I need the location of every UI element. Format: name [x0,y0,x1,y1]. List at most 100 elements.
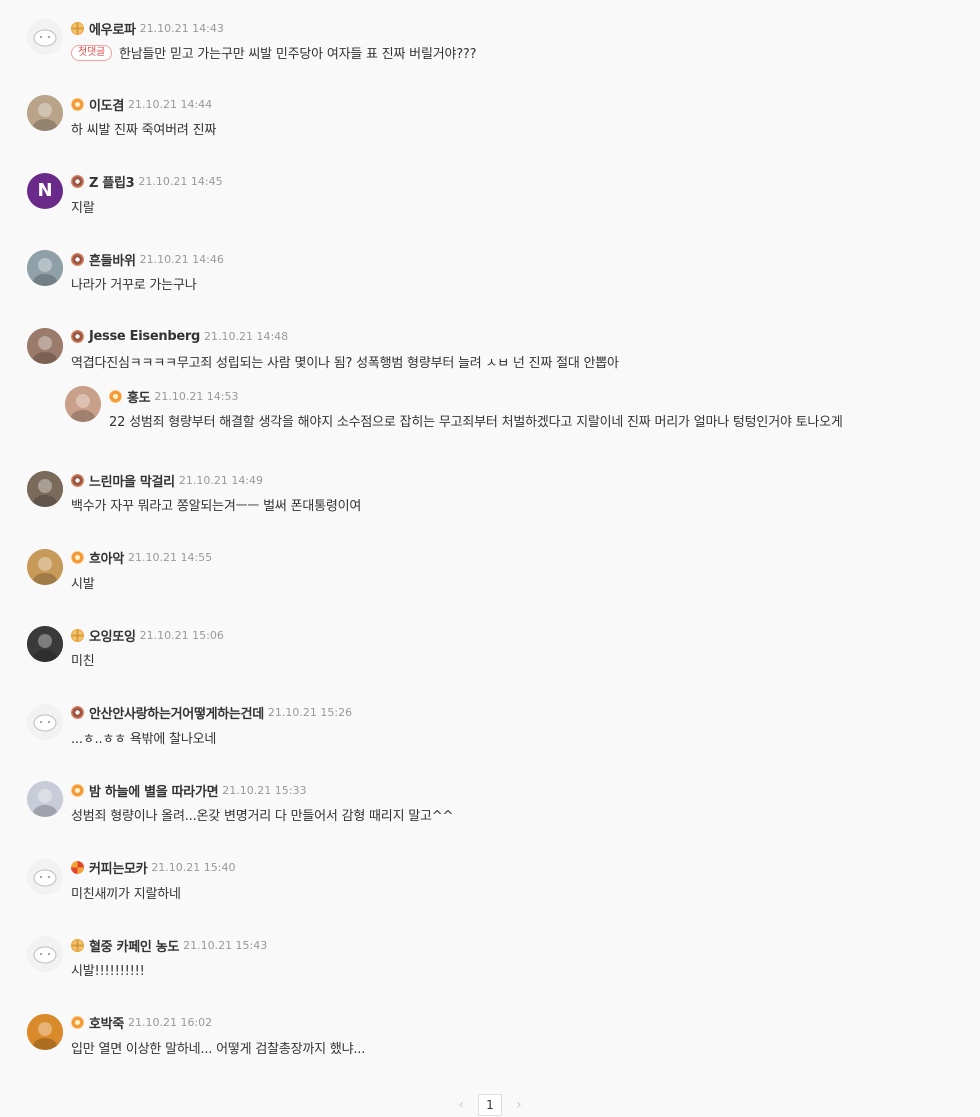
timestamp: 21.10.21 15:06 [139,628,224,642]
sheep-avatar[interactable] [27,19,63,55]
comment-header: 커피는모카 21.10.21 15:40 [71,858,236,877]
comment-item: 흐아악 21.10.21 14:55 시발 [0,530,980,608]
timestamp: 21.10.21 15:43 [183,938,268,952]
comment-body: 미친새끼가 지랄하네 [71,886,181,902]
comment-header: 호박죽 21.10.21 16:02 [71,1013,212,1032]
timestamp: 21.10.21 14:49 [178,473,264,487]
donut-level-icon [71,706,84,719]
nickname[interactable]: 흐아악 [89,548,124,567]
comment-body: 하 씨발 진짜 죽여버려 진짜 [71,123,217,138]
nickname[interactable]: Z 플립3 [89,172,135,191]
comment-item: 커피는모카 21.10.21 15:40 미친새끼가 지랄하네 [0,840,980,918]
comment-header: 오잉또잉 21.10.21 15:06 [71,626,224,645]
nickname[interactable]: 에우로파 [89,19,136,38]
next-page-icon[interactable]: › [516,1097,522,1113]
comment-header: 혈중 카페인 농도 21.10.21 15:43 [71,936,268,955]
room-photo-avatar[interactable] [27,471,63,507]
nickname[interactable]: 오잉또잉 [89,626,136,645]
page-1-button[interactable]: 1 [478,1094,502,1116]
nickname[interactable]: 느린마을 막걸리 [89,471,175,490]
timestamp: 21.10.21 14:46 [139,252,224,266]
comment-header: 에우로파 21.10.21 14:43 [71,19,224,38]
sheep-avatar[interactable] [27,703,63,740]
comment-header: 안산안사랑하는거어떻게하는건데 21.10.21 15:26 [71,703,353,722]
comment-text: 성범죄 형량이나 올려...온갖 변명거리 다 만들어서 감형 때리지 말고^^ [71,805,453,824]
comment-item: 에우로파 21.10.21 14:43 첫댓글 한남들만 믿고 가는구만 씨발 … [0,0,980,76]
comment-item: 밤 하늘에 별을 따라가면 21.10.21 15:33 성범죄 형량이나 올려… [0,762,980,840]
nickname[interactable]: 밤 하늘에 별을 따라가면 [89,781,219,800]
food-photo-avatar[interactable] [27,548,63,585]
pinwheel-level-icon [71,861,84,874]
comment-text: 22 성범죄 형량부터 해결할 생각을 해야지 소수점으로 잡히는 무고죄부터 … [109,411,843,430]
cat-photo-avatar[interactable] [27,626,63,662]
comment-item: 이도겸 21.10.21 14:44 하 씨발 진짜 죽여버려 진짜 [0,76,980,154]
flower-level-icon [71,1016,84,1029]
person-photo-avatar[interactable] [27,327,63,364]
comment-text: 미친새끼가 지랄하네 [71,883,181,902]
comment-body: ...ㅎ..ㅎㅎ 욕밖에 찰나오네 [71,731,217,747]
donut-level-icon [71,175,84,188]
sheep-avatar[interactable] [27,936,63,972]
flower-level-icon [71,783,84,797]
comment-item: 호박죽 21.10.21 16:02 입만 열면 이상한 말하네... 어떻게 … [0,995,980,1073]
reply-comment: 홍도 21.10.21 14:53 22 성범죄 형량부터 해결할 생각을 해야… [0,386,980,452]
comment-body: 시발 [71,576,95,592]
pagination: ‹ 1 › [0,1093,980,1117]
timestamp: 21.10.21 15:40 [151,861,236,874]
sheep-avatar[interactable] [27,858,63,895]
comment-text: 하 씨발 진짜 죽여버려 진짜 [71,119,216,138]
comment-text: 백수가 자꾸 뭐라고 쫑알되는겨ㅡㅡ 벌써 폰대통령이여 [71,495,361,514]
comment-item: 혈중 카페인 농도 21.10.21 15:43 시발!!!!!!!!!! [0,917,980,995]
person-photo-avatar[interactable] [27,95,63,131]
letter-n-avatar[interactable]: N [27,172,63,209]
comment-header: 느린마을 막걸리 21.10.21 14:49 [71,471,264,490]
comment-list: 에우로파 21.10.21 14:43 첫댓글 한남들만 믿고 가는구만 씨발 … [0,0,980,1072]
waffle-level-icon [71,628,84,642]
comment-body: 입만 열면 이상한 말하네... 어떻게 검찰총장까지 했냐... [71,1041,366,1057]
comment-text: 시발!!!!!!!!!! [71,960,145,979]
comment-text: 시발 [71,573,95,592]
waffle-level-icon [71,21,84,35]
comment-text: 미친 [71,650,95,669]
donut-level-icon [71,330,84,343]
prev-page-icon[interactable]: ‹ [458,1097,464,1113]
nickname[interactable]: 안산안사랑하는거어떻게하는건데 [89,703,264,722]
nickname[interactable]: 혈중 카페인 농도 [89,936,179,955]
nickname[interactable]: 커피는모카 [89,858,148,877]
comment-header: 밤 하늘에 별을 따라가면 21.10.21 15:33 [71,781,307,800]
comment-item: N Z 플립3 21.10.21 14:45 지랄 [0,154,980,232]
nickname[interactable]: Jesse Eisenberg [89,329,200,344]
comment-item: 오잉또잉 21.10.21 15:06 미친 [0,607,980,685]
timestamp: 21.10.21 14:43 [139,21,224,35]
comment-body: 나라가 거꾸로 가는구나 [71,278,197,293]
comment-body: 시발!!!!!!!!!! [71,964,145,979]
person-photo-avatar[interactable] [65,386,101,422]
timestamp: 21.10.21 14:48 [203,330,289,343]
timestamp: 21.10.21 15:26 [267,706,353,719]
comment-header: 홍도 21.10.21 14:53 [109,387,239,406]
comment-text: 첫댓글 한남들만 믿고 가는구만 씨발 민주당아 여자들 표 진짜 버릴거야??… [71,43,477,62]
comment-text: 입만 열면 이상한 말하네... 어떻게 검찰총장까지 했냐... [71,1038,365,1057]
nickname[interactable]: 이도겸 [89,95,124,114]
flower-level-icon [71,97,84,111]
comment-header: Jesse Eisenberg 21.10.21 14:48 [71,329,288,345]
animal-photo-avatar[interactable] [27,250,63,286]
timestamp: 21.10.21 14:55 [127,551,213,564]
donut-level-icon [71,252,84,266]
comment-header: 흔들바위 21.10.21 14:46 [71,250,224,269]
comment-text: 지랄 [71,197,95,216]
comment-text: ...ㅎ..ㅎㅎ 욕밖에 찰나오네 [71,728,216,747]
waffle-level-icon [71,938,84,952]
comment-item: 안산안사랑하는거어떻게하는건데 21.10.21 15:26 ...ㅎ..ㅎㅎ … [0,685,980,763]
first-comment-badge: 첫댓글 [71,44,112,61]
timestamp: 21.10.21 15:33 [222,783,307,797]
comment-body: 미친 [71,654,95,669]
timestamp: 21.10.21 14:53 [154,389,239,403]
pumpkin-soup-avatar[interactable] [27,1013,63,1050]
nickname[interactable]: 흔들바위 [89,250,136,269]
anime-avatar[interactable] [27,781,63,817]
donut-level-icon [71,473,84,487]
nickname[interactable]: 호박죽 [89,1013,124,1032]
comment-header: 이도겸 21.10.21 14:44 [71,95,212,114]
nickname[interactable]: 홍도 [127,387,151,406]
